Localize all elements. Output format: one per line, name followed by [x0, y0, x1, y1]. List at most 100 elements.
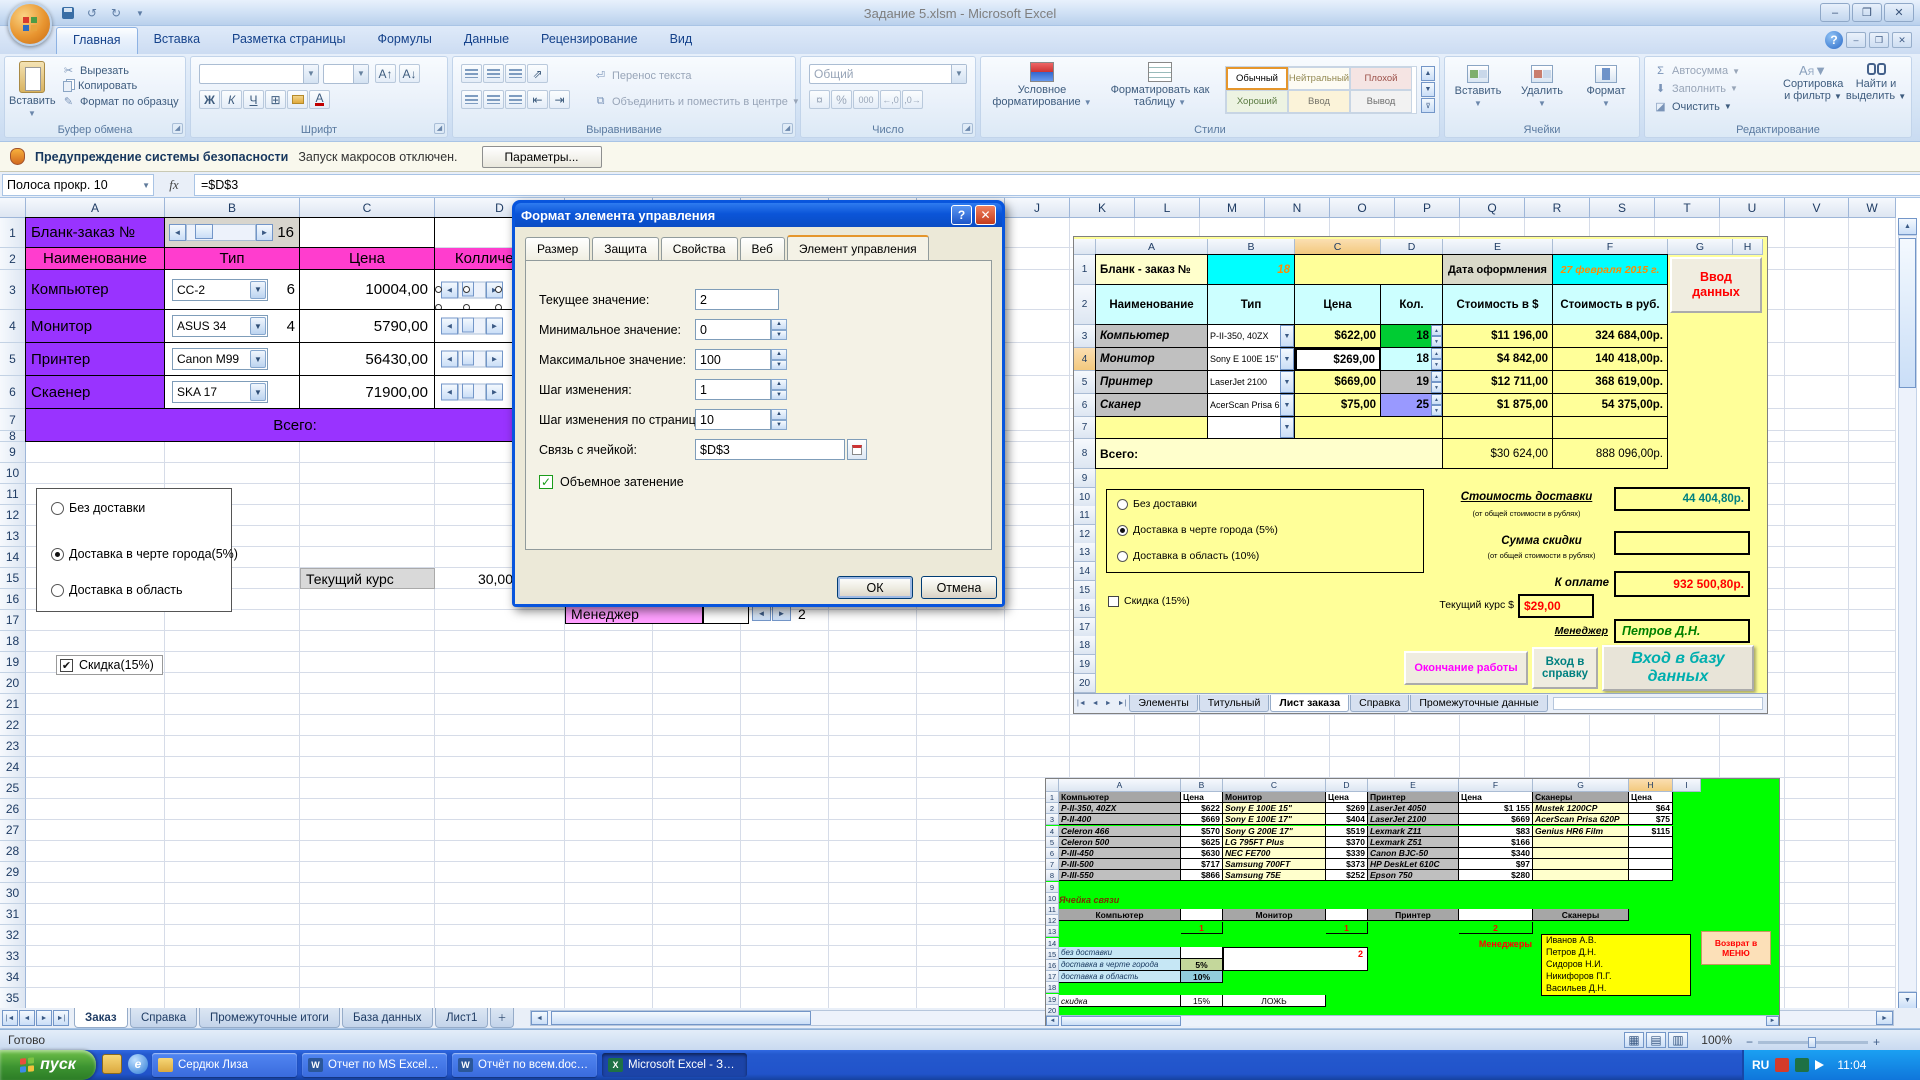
- gw-price[interactable]: $115: [1629, 826, 1673, 837]
- item-type-cell[interactable]: SKA 17▼: [165, 376, 300, 409]
- column-header-N[interactable]: N: [1265, 198, 1330, 218]
- column-header-K[interactable]: K: [1070, 198, 1135, 218]
- manager-spinner[interactable]: ◄►: [752, 605, 791, 621]
- gw-data[interactable]: [1533, 837, 1629, 848]
- format-cells-button[interactable]: Формат▼: [1575, 65, 1637, 109]
- ow-item-usd[interactable]: $4 842,00: [1443, 348, 1553, 371]
- tray-icon-excel[interactable]: [1795, 1058, 1809, 1072]
- gallery-down-icon[interactable]: ▼: [1421, 82, 1435, 97]
- insert-sheet-tab[interactable]: ＋: [490, 1008, 514, 1028]
- gw-corner[interactable]: [1046, 779, 1059, 792]
- name-box[interactable]: Полоса прокр. 10▼: [2, 174, 154, 196]
- gw-header-5[interactable]: Цена: [1459, 792, 1533, 803]
- row-header-3[interactable]: 3: [0, 270, 26, 310]
- field-input[interactable]: 0: [695, 319, 771, 340]
- ow-date-label[interactable]: Дата оформления: [1443, 255, 1553, 285]
- item-price[interactable]: 71900,00: [300, 376, 435, 409]
- spinner-up-icon[interactable]: ▲: [1431, 371, 1442, 382]
- spinner-down-icon[interactable]: ▼: [771, 330, 787, 341]
- row-header-19[interactable]: 19: [0, 652, 26, 673]
- vscroll-thumb[interactable]: [1899, 238, 1916, 388]
- ow-header-0[interactable]: Наименование: [1096, 285, 1208, 325]
- order-no-scrollbar[interactable]: ◄►: [169, 224, 273, 241]
- italic-button[interactable]: К: [221, 90, 242, 109]
- radio-icon[interactable]: [51, 584, 64, 597]
- gw-data[interactable]: LaserJet 2100: [1368, 814, 1459, 825]
- column-header-U[interactable]: U: [1720, 198, 1785, 218]
- gw-price[interactable]: $1 155: [1459, 803, 1533, 814]
- gw-data[interactable]: LaserJet 4050: [1368, 803, 1459, 814]
- gw-column-header-G[interactable]: G: [1533, 779, 1629, 792]
- gw-row-header-4[interactable]: 4: [1046, 826, 1059, 837]
- ow-item-usd[interactable]: $11 196,00: [1443, 325, 1553, 348]
- row-header-28[interactable]: 28: [0, 841, 26, 862]
- ow-item-rub[interactable]: 324 684,00р.: [1553, 325, 1668, 348]
- border-button[interactable]: ⊞: [265, 90, 286, 109]
- order-no-label[interactable]: Бланк-заказ №: [26, 218, 165, 248]
- clear-button[interactable]: ◪Очистить ▼: [1653, 100, 1740, 113]
- row-header-7[interactable]: 7: [0, 409, 26, 431]
- row-header-9[interactable]: 9: [0, 442, 26, 463]
- dialog-launcher-icon[interactable]: ◢: [962, 123, 973, 134]
- ow-qty-spinner[interactable]: ▲▼: [1431, 348, 1442, 370]
- ow-row-header-19[interactable]: 19: [1074, 655, 1096, 674]
- gw-data[interactable]: Celeron 466: [1059, 826, 1181, 837]
- ow-column-header-F[interactable]: F: [1553, 239, 1668, 255]
- format-painter-button[interactable]: ✎Формат по образцу: [61, 95, 179, 108]
- ow-empty7[interactable]: [1295, 417, 1443, 439]
- row-header-27[interactable]: 27: [0, 820, 26, 841]
- gw-link-header[interactable]: Принтер: [1368, 909, 1459, 921]
- item-name[interactable]: Компьютер: [26, 270, 165, 310]
- column-header-M[interactable]: M: [1200, 198, 1265, 218]
- spinner-down-icon[interactable]: ▼: [1431, 336, 1442, 347]
- item-type-cell[interactable]: Canon M99▼: [165, 343, 300, 376]
- gw-data[interactable]: [1533, 859, 1629, 870]
- ow-item-name[interactable]: Принтер: [1096, 371, 1208, 394]
- ow-row-header-5[interactable]: 5: [1074, 371, 1096, 394]
- align-top-button[interactable]: [461, 64, 482, 83]
- gw-price[interactable]: $370: [1326, 837, 1368, 848]
- spinner[interactable]: ▲▼: [771, 319, 787, 340]
- spinner[interactable]: ▲▼: [771, 349, 787, 370]
- order-no-cell[interactable]: ◄►16: [165, 218, 300, 248]
- gw-price[interactable]: [1629, 859, 1673, 870]
- row-header-24[interactable]: 24: [0, 757, 26, 778]
- ow-row-header-18[interactable]: 18: [1074, 636, 1096, 655]
- scroll-thumb[interactable]: [462, 384, 474, 399]
- ow-row-header-7[interactable]: 7: [1074, 417, 1096, 439]
- ribbon-tab-Данные[interactable]: Данные: [448, 26, 525, 54]
- spinner[interactable]: ▲▼: [771, 409, 787, 430]
- ow-item-price[interactable]: $669,00: [1295, 371, 1381, 394]
- gw-price[interactable]: $866: [1181, 870, 1223, 881]
- spinner-down-icon[interactable]: ▼: [771, 360, 787, 371]
- taskbar-task-2[interactable]: WОтчет по MS Excel.d...: [302, 1053, 447, 1077]
- ow-row-header-2[interactable]: 2: [1074, 285, 1096, 325]
- field-input[interactable]: $D$3: [695, 439, 845, 460]
- spinner-up-icon[interactable]: ▲: [1431, 325, 1442, 336]
- row-header-4[interactable]: 4: [0, 310, 26, 343]
- row-header-31[interactable]: 31: [0, 904, 26, 925]
- scroll-left-icon[interactable]: ◄: [441, 318, 458, 335]
- gw-link-value[interactable]: 2: [1459, 922, 1533, 934]
- ow-order-no[interactable]: 18: [1208, 255, 1295, 285]
- ow-qty-spinner[interactable]: ▲▼: [1431, 394, 1442, 416]
- gw-data[interactable]: Sony E 100E 17": [1223, 814, 1326, 825]
- cell-style-Вывод[interactable]: Вывод: [1350, 90, 1412, 113]
- gw-price[interactable]: $717: [1181, 859, 1223, 870]
- tab-nav-icon[interactable]: ►: [1102, 700, 1115, 707]
- ribbon-tab-Формулы[interactable]: Формулы: [361, 26, 447, 54]
- gw-row-header-6[interactable]: 6: [1046, 848, 1059, 859]
- ow-item-rub[interactable]: 368 619,00р.: [1553, 371, 1668, 394]
- gw-data[interactable]: Genius HR6 Film: [1533, 826, 1629, 837]
- insert-function-icon[interactable]: fx: [154, 177, 194, 193]
- spinner-down-icon[interactable]: ▼: [1431, 405, 1442, 416]
- radio-icon[interactable]: [51, 548, 64, 561]
- gw-column-header-I[interactable]: I: [1673, 779, 1701, 792]
- type-combo[interactable]: Canon M99▼: [172, 348, 268, 370]
- column-header-O[interactable]: O: [1330, 198, 1395, 218]
- paste-button[interactable]: Вставить▼: [9, 61, 55, 119]
- grow-font-button[interactable]: A↑: [375, 64, 396, 83]
- radio-option[interactable]: Без доставки: [51, 501, 145, 515]
- type-combo[interactable]: ASUS 34▼: [172, 315, 268, 337]
- radio-option[interactable]: Без доставки: [1117, 498, 1197, 510]
